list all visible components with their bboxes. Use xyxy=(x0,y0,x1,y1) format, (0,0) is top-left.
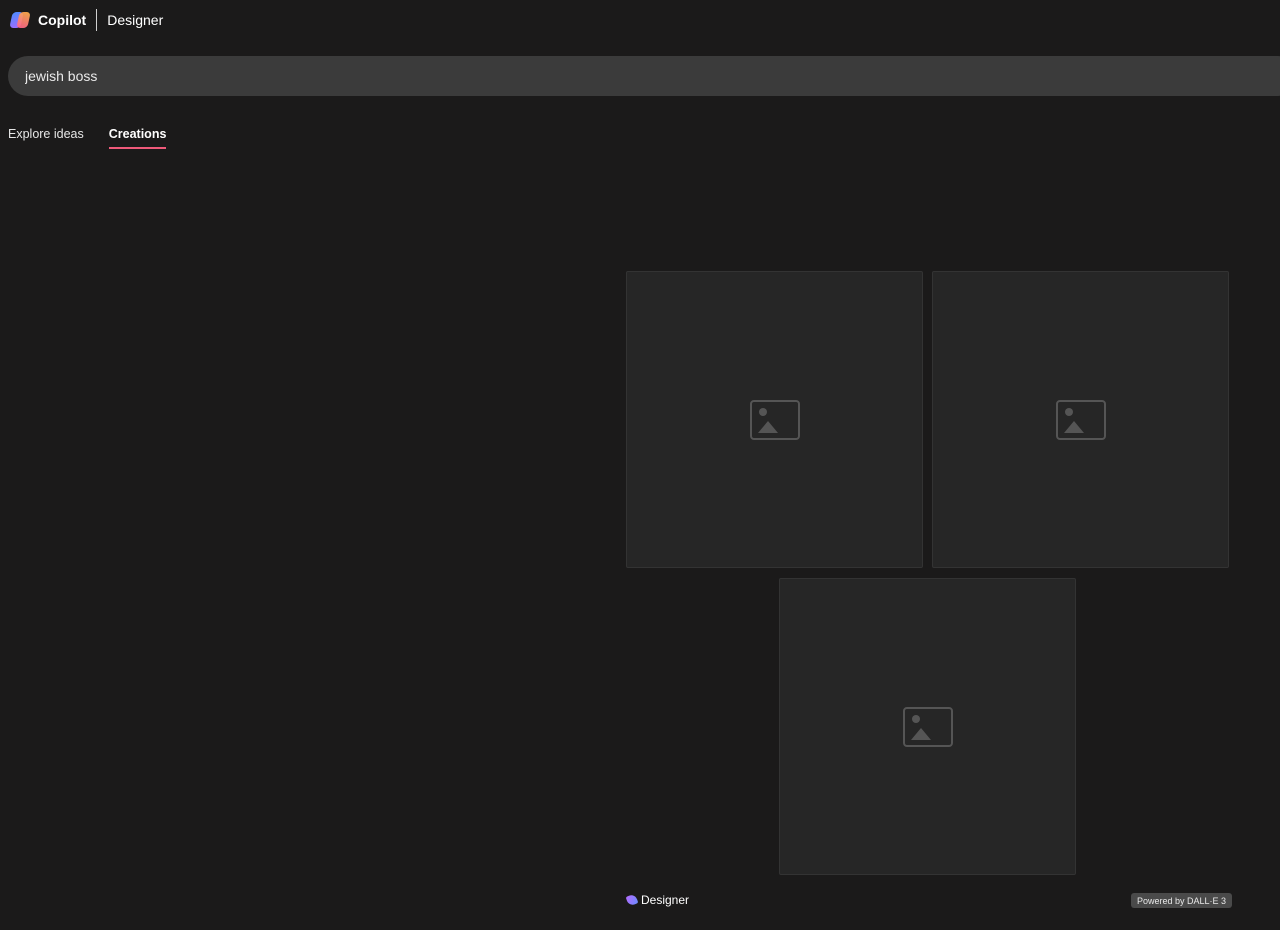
image-placeholder-icon xyxy=(902,706,953,747)
app-header: Copilot Designer xyxy=(9,8,163,32)
prompt-bar[interactable] xyxy=(8,56,1280,96)
tab-creations[interactable]: Creations xyxy=(108,127,167,149)
image-placeholder-icon xyxy=(1055,399,1106,440)
image-placeholder-icon xyxy=(749,399,800,440)
designer-footer-label: Designer xyxy=(641,893,690,907)
designer-footer-link[interactable]: Designer xyxy=(625,893,690,907)
designer-icon xyxy=(625,893,639,907)
tab-explore-ideas[interactable]: Explore ideas xyxy=(8,127,84,149)
product-name[interactable]: Designer xyxy=(107,12,163,28)
powered-by-badge: Powered by DALL·E 3 xyxy=(1131,893,1233,908)
brand-name[interactable]: Copilot xyxy=(38,12,86,28)
header-divider xyxy=(96,9,98,31)
generated-image-2[interactable] xyxy=(932,271,1229,568)
tab-bar: Explore ideas Creations xyxy=(8,127,191,149)
prompt-input[interactable] xyxy=(25,68,1025,84)
generated-image-1[interactable] xyxy=(626,271,923,568)
generated-image-3[interactable] xyxy=(779,578,1076,875)
copilot-logo-icon[interactable] xyxy=(9,10,31,30)
